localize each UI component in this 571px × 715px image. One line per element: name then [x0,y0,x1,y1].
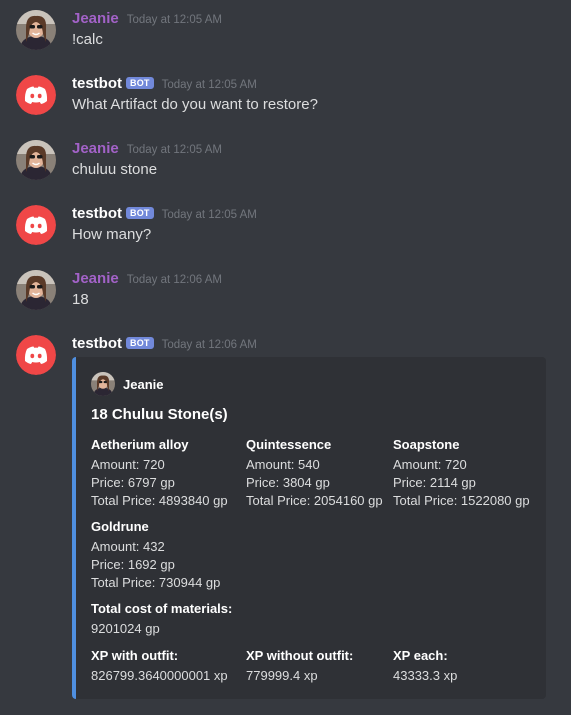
field-total-price: Total Price: 1522080 gp [393,493,530,508]
embed-field-soapstone: Soapstone Amount: 720 Price: 2114 gp Tot… [393,436,530,510]
message-header: Jeanie Today at 12:05 AM [72,10,222,27]
embed: Jeanie 18 Chuluu Stone(s) Aetherium allo… [72,357,546,699]
field-value: 43333.3 xp [393,668,458,683]
field-amount: Amount: 720 [91,457,165,472]
field-total-price: Total Price: 2054160 gp [246,493,383,508]
embed-author-avatar [91,372,115,396]
embed-field-xp-each: XP each: 43333.3 xp [393,647,457,685]
bot-badge: BOT [126,337,154,349]
embed-field-xp-with-outfit: XP with outfit: 826799.3640000001 xp [91,647,228,685]
author-name[interactable]: testbot [72,75,122,92]
message-content: !calc [72,31,103,48]
discord-logo-icon[interactable] [16,205,56,245]
embed-field-xp-without-outfit: XP without outfit: 779999.4 xp [246,647,353,685]
field-name: XP each: [393,648,448,663]
field-price: Price: 1692 gp [91,557,175,572]
timestamp: Today at 12:05 AM [161,79,257,91]
field-name: Total cost of materials: [91,601,233,616]
timestamp: Today at 12:05 AM [161,209,257,221]
field-total-price: Total Price: 4893840 gp [91,493,228,508]
timestamp: Today at 12:05 AM [126,144,222,156]
field-name: Soapstone [393,437,460,452]
field-price: Price: 6797 gp [91,475,175,490]
field-name: XP without outfit: [246,648,354,663]
discord-logo-icon[interactable] [16,75,56,115]
embed-field-aetherium-alloy: Aetherium alloy Amount: 720 Price: 6797 … [91,436,228,510]
embed-field-quintessence: Quintessence Amount: 540 Price: 3804 gp … [246,436,383,510]
message-content: chuluu stone [72,161,158,178]
message-content: 18 [72,291,89,308]
author-name[interactable]: testbot [72,335,122,352]
field-value: 9201024 gp [91,621,160,636]
message-content: What Artifact do you want to restore? [72,96,318,113]
field-amount: Amount: 540 [246,457,320,472]
message-header: Jeanie Today at 12:05 AM [72,140,222,157]
bot-badge: BOT [126,207,154,219]
field-name: Aetherium alloy [91,437,189,452]
field-price: Price: 2114 gp [393,475,476,490]
user-avatar[interactable] [16,140,56,180]
message-header: testbot BOT Today at 12:05 AM [72,75,257,92]
message-header: testbot BOT Today at 12:05 AM [72,205,257,222]
embed-field-goldrune: Goldrune Amount: 432 Price: 1692 gp Tota… [91,518,220,592]
field-name: Quintessence [246,437,332,452]
field-name: XP with outfit: [91,648,179,663]
author-name[interactable]: Jeanie [72,10,119,27]
field-amount: Amount: 720 [393,457,467,472]
author-name[interactable]: Jeanie [72,140,119,157]
author-name[interactable]: testbot [72,205,122,222]
message-header: testbot BOT Today at 12:06 AM [72,335,257,352]
field-amount: Amount: 432 [91,539,165,554]
message-content: How many? [72,226,152,243]
embed-author: Jeanie [91,372,163,396]
user-avatar[interactable] [16,270,56,310]
timestamp: Today at 12:06 AM [161,339,257,351]
discord-logo-icon[interactable] [16,335,56,375]
embed-author-name: Jeanie [123,376,164,392]
timestamp: Today at 12:05 AM [126,14,222,26]
field-value: 779999.4 xp [246,668,318,683]
user-avatar[interactable] [16,10,56,50]
field-price: Price: 3804 gp [246,475,330,490]
embed-title: 18 Chuluu Stone(s) [91,406,228,423]
embed-field-total-cost: Total cost of materials: 9201024 gp [91,600,232,638]
field-value: 826799.3640000001 xp [91,668,228,683]
message-header: Jeanie Today at 12:06 AM [72,270,222,287]
author-name[interactable]: Jeanie [72,270,119,287]
field-name: Goldrune [91,519,149,534]
bot-badge: BOT [126,77,154,89]
timestamp: Today at 12:06 AM [126,274,222,286]
field-total-price: Total Price: 730944 gp [91,575,221,590]
